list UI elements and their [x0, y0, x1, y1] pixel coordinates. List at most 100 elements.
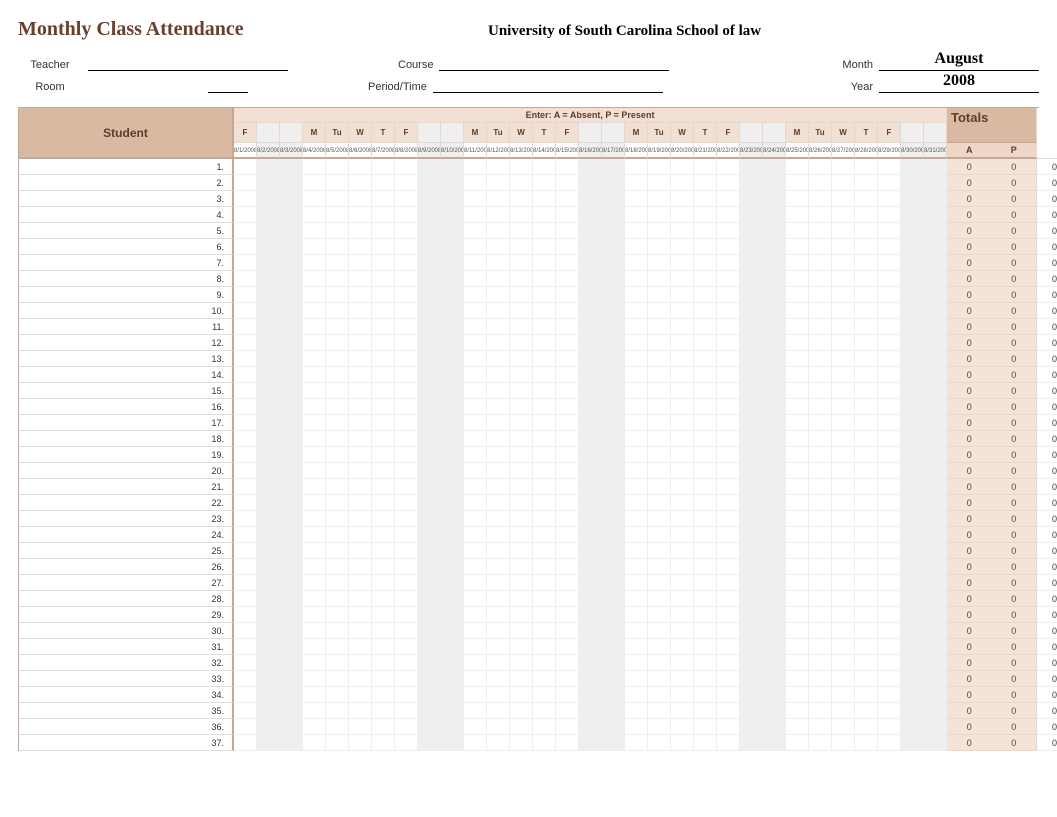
attendance-cell[interactable] — [832, 623, 855, 639]
attendance-cell[interactable] — [464, 575, 487, 591]
attendance-cell[interactable] — [671, 335, 694, 351]
attendance-cell[interactable] — [855, 399, 878, 415]
attendance-cell[interactable] — [579, 319, 602, 335]
attendance-cell[interactable] — [602, 271, 625, 287]
attendance-cell[interactable] — [901, 527, 924, 543]
attendance-cell[interactable] — [349, 383, 372, 399]
attendance-cell[interactable] — [326, 623, 349, 639]
attendance-cell[interactable] — [395, 447, 418, 463]
attendance-cell[interactable] — [510, 287, 533, 303]
attendance-cell[interactable] — [418, 703, 441, 719]
attendance-cell[interactable] — [418, 735, 441, 751]
attendance-cell[interactable] — [579, 543, 602, 559]
attendance-cell[interactable] — [395, 687, 418, 703]
attendance-cell[interactable] — [533, 399, 556, 415]
attendance-cell[interactable] — [280, 447, 303, 463]
attendance-cell[interactable] — [740, 335, 763, 351]
attendance-cell[interactable] — [326, 447, 349, 463]
field-course[interactable] — [439, 55, 669, 71]
attendance-cell[interactable] — [510, 303, 533, 319]
attendance-cell[interactable] — [763, 687, 786, 703]
attendance-cell[interactable] — [487, 463, 510, 479]
attendance-cell[interactable] — [349, 543, 372, 559]
attendance-cell[interactable] — [786, 383, 809, 399]
attendance-cell[interactable] — [694, 511, 717, 527]
attendance-cell[interactable] — [763, 415, 786, 431]
attendance-cell[interactable] — [441, 575, 464, 591]
attendance-cell[interactable] — [901, 655, 924, 671]
attendance-cell[interactable] — [418, 207, 441, 223]
attendance-cell[interactable] — [832, 527, 855, 543]
attendance-cell[interactable] — [441, 383, 464, 399]
attendance-cell[interactable] — [648, 191, 671, 207]
attendance-cell[interactable] — [326, 175, 349, 191]
attendance-cell[interactable] — [372, 399, 395, 415]
attendance-cell[interactable] — [602, 223, 625, 239]
attendance-cell[interactable] — [556, 159, 579, 175]
attendance-cell[interactable] — [556, 431, 579, 447]
attendance-cell[interactable] — [832, 191, 855, 207]
attendance-cell[interactable] — [602, 159, 625, 175]
attendance-cell[interactable] — [280, 607, 303, 623]
attendance-cell[interactable] — [579, 463, 602, 479]
attendance-cell[interactable] — [234, 591, 257, 607]
attendance-cell[interactable] — [510, 527, 533, 543]
attendance-cell[interactable] — [786, 703, 809, 719]
attendance-cell[interactable] — [878, 319, 901, 335]
attendance-cell[interactable] — [487, 623, 510, 639]
attendance-cell[interactable] — [234, 399, 257, 415]
attendance-cell[interactable] — [487, 447, 510, 463]
attendance-cell[interactable] — [786, 559, 809, 575]
attendance-cell[interactable] — [533, 527, 556, 543]
student-row-label[interactable]: 11. — [19, 319, 234, 335]
attendance-cell[interactable] — [786, 431, 809, 447]
attendance-cell[interactable] — [257, 687, 280, 703]
attendance-cell[interactable] — [763, 591, 786, 607]
attendance-cell[interactable] — [901, 479, 924, 495]
attendance-cell[interactable] — [280, 303, 303, 319]
student-row-label[interactable]: 20. — [19, 463, 234, 479]
attendance-cell[interactable] — [487, 431, 510, 447]
attendance-cell[interactable] — [395, 431, 418, 447]
attendance-cell[interactable] — [901, 383, 924, 399]
attendance-cell[interactable] — [901, 639, 924, 655]
attendance-cell[interactable] — [533, 479, 556, 495]
attendance-cell[interactable] — [372, 463, 395, 479]
attendance-cell[interactable] — [763, 719, 786, 735]
student-row-label[interactable]: 3. — [19, 191, 234, 207]
student-row-label[interactable]: 14. — [19, 367, 234, 383]
attendance-cell[interactable] — [901, 703, 924, 719]
attendance-cell[interactable] — [303, 367, 326, 383]
attendance-cell[interactable] — [694, 223, 717, 239]
attendance-cell[interactable] — [878, 543, 901, 559]
attendance-cell[interactable] — [395, 287, 418, 303]
attendance-cell[interactable] — [395, 159, 418, 175]
attendance-cell[interactable] — [487, 271, 510, 287]
attendance-cell[interactable] — [855, 639, 878, 655]
attendance-cell[interactable] — [280, 479, 303, 495]
attendance-cell[interactable] — [809, 191, 832, 207]
attendance-cell[interactable] — [694, 639, 717, 655]
attendance-cell[interactable] — [625, 623, 648, 639]
attendance-cell[interactable] — [671, 655, 694, 671]
attendance-cell[interactable] — [234, 223, 257, 239]
attendance-cell[interactable] — [533, 207, 556, 223]
attendance-cell[interactable] — [349, 479, 372, 495]
attendance-cell[interactable] — [786, 303, 809, 319]
attendance-cell[interactable] — [556, 207, 579, 223]
attendance-cell[interactable] — [648, 735, 671, 751]
attendance-cell[interactable] — [809, 639, 832, 655]
attendance-cell[interactable] — [326, 207, 349, 223]
attendance-cell[interactable] — [441, 639, 464, 655]
attendance-cell[interactable] — [671, 703, 694, 719]
attendance-cell[interactable] — [326, 463, 349, 479]
attendance-cell[interactable] — [924, 175, 947, 191]
attendance-cell[interactable] — [832, 239, 855, 255]
student-row-label[interactable]: 23. — [19, 511, 234, 527]
attendance-cell[interactable] — [395, 703, 418, 719]
attendance-cell[interactable] — [786, 239, 809, 255]
attendance-cell[interactable] — [326, 431, 349, 447]
attendance-cell[interactable] — [648, 479, 671, 495]
attendance-cell[interactable] — [694, 431, 717, 447]
attendance-cell[interactable] — [280, 559, 303, 575]
